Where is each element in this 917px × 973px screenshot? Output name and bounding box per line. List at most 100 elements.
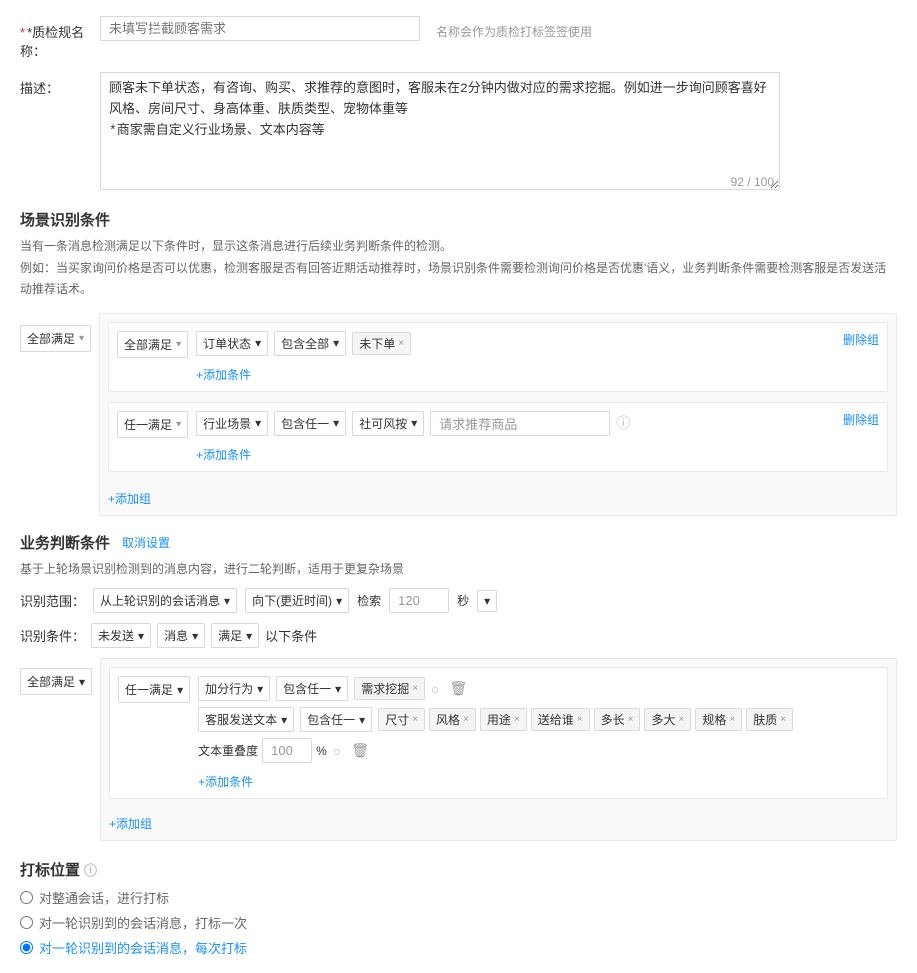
id-tag1-label: 未发送 xyxy=(98,627,134,644)
group2-col1-arrow: ▾ xyxy=(255,416,261,430)
group2-text-input[interactable] xyxy=(430,411,610,436)
desc-label: 描述： xyxy=(20,72,100,97)
biz-r1-col1-arrow: ▾ xyxy=(257,682,263,696)
scene-group-2: 任一满足 ▾ 行业场景 ▾ 包含任一 ▾ 社可风按 xyxy=(108,402,888,472)
biz-r2-tag-chichi-close[interactable]: × xyxy=(412,714,418,725)
id-tag2-label: 消息 xyxy=(164,627,188,644)
radio-input-3[interactable] xyxy=(20,941,33,954)
scene-group-1-header: 全部满足 ▾ 订单状态 ▾ 包含全部 ▾ 未下单 xyxy=(117,331,879,383)
group2-delete[interactable]: 删除组 xyxy=(843,411,879,428)
id-tag2-select[interactable]: 消息 ▾ xyxy=(157,623,205,648)
biz-outer-arrow: ▾ xyxy=(79,675,85,689)
biz-rows: 加分行为 ▾ 包含任一 ▾ 需求挖掘 × ○ xyxy=(198,676,879,790)
scene-group-1: 全部满足 ▾ 订单状态 ▾ 包含全部 ▾ 未下单 xyxy=(108,322,888,392)
overlap-label: 文本重叠度 xyxy=(198,742,258,759)
scene-condition-outer: 全部满足 ▾ 全部满足 ▾ 订单状态 ▾ 包含全部 xyxy=(20,313,897,516)
group2-add-condition[interactable]: +添加条件 xyxy=(196,446,251,463)
identify-row: 识别条件： 未发送 ▾ 消息 ▾ 满足 ▾ 以下条件 xyxy=(20,623,897,648)
mark-title-text: 打标位置 xyxy=(20,859,80,880)
direction-arrow: ▾ xyxy=(336,594,342,608)
biz-r2-tag-songgei-close[interactable]: × xyxy=(577,714,583,725)
biz-outer-satisfy[interactable]: 全部满足 ▾ xyxy=(20,668,92,695)
group1-col2-label: 包含全部 xyxy=(281,335,329,352)
biz-group-satisfy[interactable]: 任一满足 ▾ xyxy=(118,676,190,703)
mark-section: 打标位置 ⓘ 对整通会话，进行打标 对一轮识别到的会话消息，打标一次 对一轮识别… xyxy=(20,859,897,957)
biz-r2-tag-fuzhi-close[interactable]: × xyxy=(780,714,786,725)
id-tag1-arrow: ▾ xyxy=(138,629,144,643)
group2-col1[interactable]: 行业场景 ▾ xyxy=(196,411,268,436)
scene-add-group[interactable]: +添加组 xyxy=(108,490,151,507)
business-desc: 基于上轮场景识别检测到的消息内容，进行二轮判断，适用于更复杂场景 xyxy=(20,559,897,581)
biz-outer-satisfy-label: 全部满足 xyxy=(27,673,75,690)
radio-group: 对整通会话，进行打标 对一轮识别到的会话消息，打标一次 对一轮识别到的会话消息，… xyxy=(20,888,897,957)
biz-r2-col2[interactable]: 包含任一 ▾ xyxy=(300,707,372,732)
biz-add-condition[interactable]: +添加条件 xyxy=(198,773,253,790)
outer-satisfy-label: 全部满足 xyxy=(27,330,75,347)
group2-info-icon[interactable]: ⓘ xyxy=(616,413,630,433)
biz-r2-delete-icon[interactable]: 🗑 xyxy=(351,742,369,759)
biz-r1-col2-label: 包含任一 xyxy=(283,680,331,697)
id-tag1-select[interactable]: 未发送 ▾ xyxy=(91,623,151,648)
overlap-input[interactable] xyxy=(262,738,312,763)
radio-input-1[interactable] xyxy=(20,891,33,904)
group2-col3[interactable]: 社可风按 ▾ xyxy=(352,411,424,436)
biz-r1-col1[interactable]: 加分行为 ▾ xyxy=(198,676,270,701)
group1-tag1-close[interactable]: × xyxy=(398,338,404,349)
group1-satisfy-label: 全部满足 xyxy=(124,336,172,353)
direction-label: 向下(更近时间) xyxy=(252,592,332,609)
unit-select-arrow: ▾ xyxy=(484,594,490,608)
group1-col1-arrow: ▾ xyxy=(255,336,261,350)
biz-group-header: 任一满足 ▾ 加分行为 ▾ 包含任一 ▾ xyxy=(118,676,879,790)
group1-col2[interactable]: 包含全部 ▾ xyxy=(274,331,346,356)
biz-r2-col1[interactable]: 客服发送文本 ▾ xyxy=(198,707,294,732)
business-title: 业务判断条件 xyxy=(20,532,110,553)
unit-select[interactable]: ▾ xyxy=(477,590,497,612)
desc-row: 描述： 顾客未下单状态，有咨询、购买、求推荐的意图时，客服未在2分钟内做对应的需… xyxy=(20,72,897,193)
mark-info-icon[interactable]: ⓘ xyxy=(84,860,97,879)
direction-select[interactable]: 向下(更近时间) ▾ xyxy=(245,588,349,613)
group1-delete[interactable]: 删除组 xyxy=(843,331,879,348)
biz-r2-tag-duochang-close[interactable]: × xyxy=(628,714,634,725)
radio-option-3[interactable]: 对一轮识别到的会话消息，每次打标 xyxy=(20,938,897,957)
biz-r1-delete-icon[interactable]: 🗑 xyxy=(450,680,468,697)
desc-content: 顾客未下单状态，有咨询、购买、求推荐的意图时，客服未在2分钟内做对应的需求挖掘。… xyxy=(100,72,897,193)
group2-col3-label: 社可风按 xyxy=(359,415,407,432)
radio-option-1[interactable]: 对整通会话，进行打标 xyxy=(20,888,897,907)
group1-col1[interactable]: 订单状态 ▾ xyxy=(196,331,268,356)
search-input[interactable] xyxy=(389,588,449,613)
biz-r1-col2[interactable]: 包含任一 ▾ xyxy=(276,676,348,701)
textarea-wrapper: 顾客未下单状态，有咨询、购买、求推荐的意图时，客服未在2分钟内做对应的需求挖掘。… xyxy=(100,72,780,193)
radio-label-2: 对一轮识别到的会话消息，打标一次 xyxy=(39,913,247,932)
biz-r2-tag-duoda-close[interactable]: × xyxy=(679,714,685,725)
biz-r1-radio[interactable]: ○ xyxy=(431,681,439,697)
biz-add-group[interactable]: +添加组 xyxy=(109,815,152,832)
group1-add-condition[interactable]: +添加条件 xyxy=(196,366,251,383)
biz-r2-tag-duoda: 多大× xyxy=(644,708,691,731)
biz-r2-tag-guige-close[interactable]: × xyxy=(729,714,735,725)
biz-r2-tag-fengg-close[interactable]: × xyxy=(463,714,469,725)
group2-col2[interactable]: 包含任一 ▾ xyxy=(274,411,346,436)
desc-textarea[interactable]: 顾客未下单状态，有咨询、购买、求推荐的意图时，客服未在2分钟内做对应的需求挖掘。… xyxy=(100,72,780,190)
radio-label-3: 对一轮识别到的会话消息，每次打标 xyxy=(39,938,247,957)
scene-desc2: 例如：当买家询问价格是否可以优惠，检测客服是否有回答近期活动推荐时，场景识别条件… xyxy=(20,261,886,297)
id-tag3-select[interactable]: 满足 ▾ xyxy=(211,623,259,648)
radio-option-2[interactable]: 对一轮识别到的会话消息，打标一次 xyxy=(20,913,897,932)
range-select[interactable]: 从上轮识别的会话消息 ▾ xyxy=(93,588,237,613)
range-select-arrow: ▾ xyxy=(224,594,230,608)
outer-satisfy-select[interactable]: 全部满足 ▾ xyxy=(20,325,91,352)
scene-group2-satisfy[interactable]: 任一满足 ▾ xyxy=(117,411,188,438)
business-cancel[interactable]: 取消设置 xyxy=(122,534,170,551)
scene-condition-groups: 全部满足 ▾ 订单状态 ▾ 包含全部 ▾ 未下单 xyxy=(99,313,897,516)
biz-row-1: 加分行为 ▾ 包含任一 ▾ 需求挖掘 × ○ xyxy=(198,676,879,701)
name-input[interactable] xyxy=(100,16,420,41)
radio-input-2[interactable] xyxy=(20,916,33,929)
name-row: *质检规名称： 名称会作为质检打标签签使用 xyxy=(20,16,897,60)
biz-group-satisfy-arrow: ▾ xyxy=(177,683,183,697)
biz-r2-tag-yongtu-close[interactable]: × xyxy=(514,714,520,725)
biz-r2-radio[interactable]: ○ xyxy=(333,743,341,759)
biz-r2-tag-duochang: 多长× xyxy=(594,708,641,731)
search-label: 检索 xyxy=(357,592,381,609)
scene-group1-satisfy[interactable]: 全部满足 ▾ xyxy=(117,331,188,358)
biz-r1-tag1-close[interactable]: × xyxy=(412,683,418,694)
range-label: 识别范围： xyxy=(20,591,85,610)
